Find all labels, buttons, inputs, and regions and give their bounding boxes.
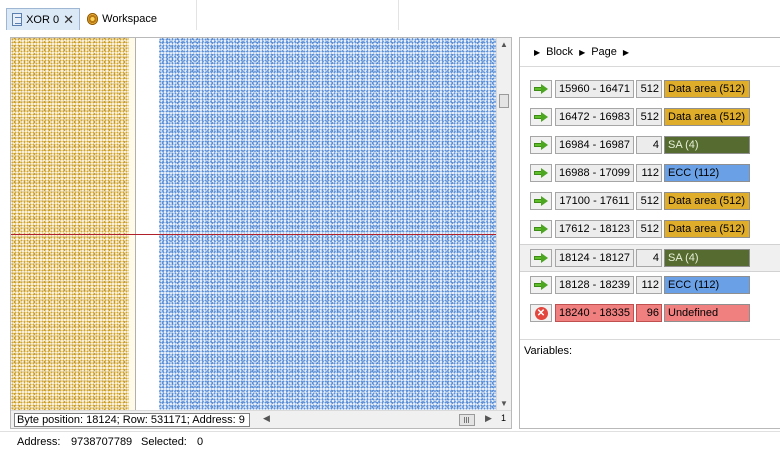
go-to-button[interactable] bbox=[530, 220, 552, 238]
status-bar: Address: 9738707789 Selected: 0 bbox=[0, 431, 780, 453]
arrow-right-icon bbox=[534, 224, 548, 234]
type-label[interactable]: SA (4) bbox=[664, 136, 750, 154]
chevron-right-icon: ▶ bbox=[579, 47, 586, 57]
size-value: 96 bbox=[636, 304, 662, 322]
selected-value: 0 bbox=[197, 436, 204, 448]
document-icon bbox=[12, 13, 23, 26]
scroll-right-icon[interactable]: ▶ bbox=[485, 413, 492, 424]
list-item[interactable]: 18128 - 18239 112 ECC (112) bbox=[520, 272, 780, 300]
arrow-right-icon bbox=[534, 168, 548, 178]
arrow-right-icon bbox=[534, 280, 548, 290]
scroll-left-icon[interactable]: ◀ bbox=[263, 413, 270, 424]
divider bbox=[398, 0, 399, 30]
go-to-button[interactable] bbox=[530, 249, 552, 267]
tab-workspace[interactable]: Workspace bbox=[82, 8, 162, 30]
tab-label: XOR 0 bbox=[26, 13, 60, 26]
horizontal-scroll-thumb[interactable] bbox=[459, 414, 475, 426]
tab-bar: XOR 0 ✕ Workspace bbox=[0, 0, 780, 30]
bitmap-pane-gap-white bbox=[135, 38, 160, 410]
close-icon[interactable]: ✕ bbox=[63, 13, 74, 26]
type-label[interactable]: Data area (512) bbox=[664, 220, 750, 238]
bitmap-pane-left[interactable] bbox=[11, 38, 129, 410]
type-label[interactable]: Data area (512) bbox=[664, 108, 750, 126]
breadcrumb-block[interactable]: Block bbox=[546, 46, 573, 58]
list-item-undefined[interactable]: ✕ 18240 - 18335 96 Undefined bbox=[520, 300, 780, 328]
type-label[interactable]: ECC (112) bbox=[664, 276, 750, 294]
go-to-button[interactable] bbox=[530, 80, 552, 98]
list-item[interactable]: 15960 - 16471 512 Data area (512) bbox=[520, 76, 780, 104]
size-value: 512 bbox=[636, 108, 662, 126]
range-value: 18128 - 18239 bbox=[555, 276, 634, 294]
error-icon: ✕ bbox=[534, 306, 548, 320]
cursor-line bbox=[11, 234, 497, 235]
size-value: 4 bbox=[636, 136, 662, 154]
gear-icon bbox=[87, 13, 99, 25]
address-value: 9738707789 bbox=[71, 436, 133, 448]
type-label[interactable]: ECC (112) bbox=[664, 164, 750, 182]
scroll-thumb[interactable] bbox=[499, 94, 509, 108]
range-value: 16988 - 17099 bbox=[555, 164, 634, 182]
breadcrumb: ▶ Block ▶ Page ▶ bbox=[534, 46, 629, 58]
type-label[interactable]: Data area (512) bbox=[664, 192, 750, 210]
page-number: 1 bbox=[501, 413, 507, 423]
tab-label: Workspace bbox=[102, 13, 157, 25]
range-value: 17612 - 18123 bbox=[555, 220, 634, 238]
size-value: 112 bbox=[636, 276, 662, 294]
vertical-scrollbar[interactable]: ▲ ▼ bbox=[496, 38, 511, 410]
list-item[interactable]: 17100 - 17611 512 Data area (512) bbox=[520, 188, 780, 216]
region-list: 15960 - 16471 512 Data area (512) 16472 … bbox=[520, 76, 780, 328]
bitmap-pane-right[interactable] bbox=[159, 38, 497, 410]
scroll-up-icon[interactable]: ▲ bbox=[500, 40, 508, 49]
arrow-right-icon bbox=[534, 253, 548, 263]
range-value: 16984 - 16987 bbox=[555, 136, 634, 154]
go-to-button[interactable] bbox=[530, 276, 552, 294]
size-value: 512 bbox=[636, 192, 662, 210]
size-value: 512 bbox=[636, 80, 662, 98]
divider bbox=[520, 66, 780, 67]
range-value: 18124 - 18127 bbox=[555, 249, 634, 267]
remove-button[interactable]: ✕ bbox=[530, 304, 552, 322]
selected-label: Selected: bbox=[141, 436, 187, 448]
divider bbox=[196, 0, 197, 30]
size-value: 512 bbox=[636, 220, 662, 238]
type-label[interactable]: SA (4) bbox=[664, 249, 750, 267]
go-to-button[interactable] bbox=[530, 136, 552, 154]
breadcrumb-page[interactable]: Page bbox=[591, 46, 617, 58]
divider bbox=[520, 339, 780, 340]
tab-xor-0[interactable]: XOR 0 ✕ bbox=[6, 8, 80, 30]
go-to-button[interactable] bbox=[530, 108, 552, 126]
arrow-right-icon bbox=[534, 140, 548, 150]
arrow-right-icon bbox=[534, 196, 548, 206]
list-item[interactable]: 16988 - 17099 112 ECC (112) bbox=[520, 160, 780, 188]
bitmap-viewer[interactable]: ▲ ▼ Byte position: 18124; Row: 531171; A… bbox=[10, 37, 512, 429]
arrow-right-icon bbox=[534, 112, 548, 122]
arrow-right-icon bbox=[534, 84, 548, 94]
range-value: 18240 - 18335 bbox=[555, 304, 634, 322]
go-to-button[interactable] bbox=[530, 192, 552, 210]
range-value: 16472 - 16983 bbox=[555, 108, 634, 126]
variables-label: Variables: bbox=[524, 345, 573, 357]
scroll-down-icon[interactable]: ▼ bbox=[500, 399, 508, 408]
type-label[interactable]: Undefined bbox=[664, 304, 750, 322]
list-item[interactable]: 16984 - 16987 4 SA (4) bbox=[520, 132, 780, 160]
list-item[interactable]: 16472 - 16983 512 Data area (512) bbox=[520, 104, 780, 132]
address-label: Address: bbox=[17, 436, 61, 448]
range-value: 17100 - 17611 bbox=[555, 192, 634, 210]
list-item-selected[interactable]: 18124 - 18127 4 SA (4) bbox=[520, 244, 780, 272]
size-value: 4 bbox=[636, 249, 662, 267]
size-value: 112 bbox=[636, 164, 662, 182]
byte-position-field[interactable]: Byte position: 18124; Row: 531171; Addre… bbox=[14, 413, 250, 427]
horizontal-bar: Byte position: 18124; Row: 531171; Addre… bbox=[11, 410, 511, 428]
chevron-right-icon: ▶ bbox=[534, 47, 541, 57]
list-item[interactable]: 17612 - 18123 512 Data area (512) bbox=[520, 216, 780, 244]
chevron-right-icon[interactable]: ▶ bbox=[623, 48, 629, 57]
go-to-button[interactable] bbox=[530, 164, 552, 182]
structure-panel: ▶ Block ▶ Page ▶ 15960 - 16471 512 Data … bbox=[519, 37, 780, 429]
range-value: 15960 - 16471 bbox=[555, 80, 634, 98]
type-label[interactable]: Data area (512) bbox=[664, 80, 750, 98]
